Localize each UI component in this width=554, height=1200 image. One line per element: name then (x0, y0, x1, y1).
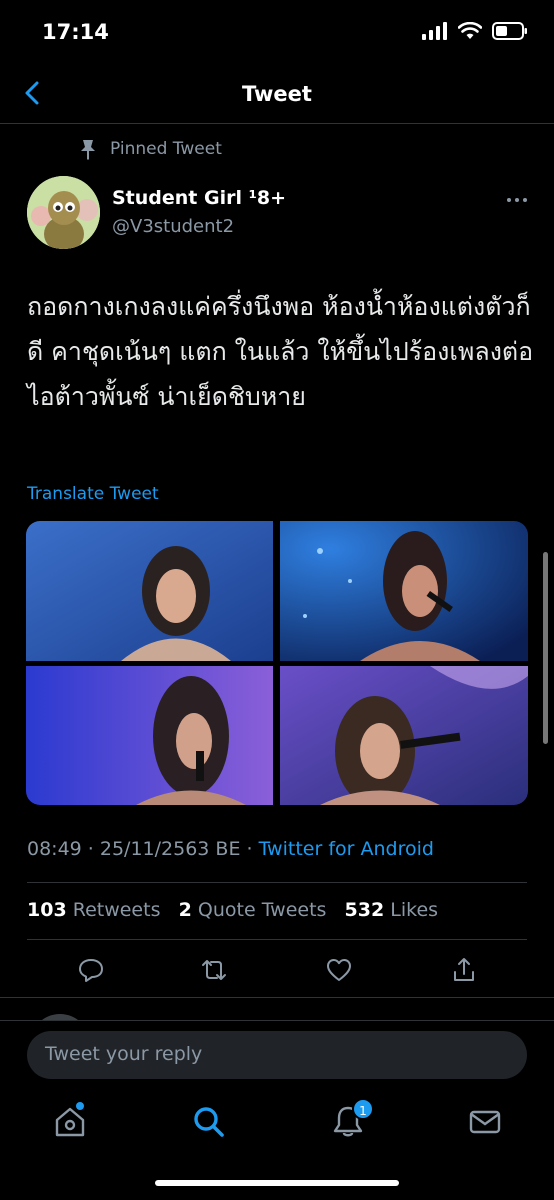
translate-link[interactable]: Translate Tweet (27, 484, 159, 504)
media-photo-1[interactable] (26, 521, 273, 661)
more-horizontal-icon[interactable] (506, 190, 528, 210)
scrollbar[interactable] (543, 552, 548, 744)
avatar[interactable] (27, 176, 100, 249)
divider (0, 997, 554, 998)
divider (27, 939, 527, 940)
reply-input[interactable]: Tweet your reply (27, 1031, 527, 1079)
notifications-badge: 1 (352, 1098, 374, 1120)
tweet-text: ถอดกางเกงลงแค่ครึ่งนึงพอ ห้องน้ำห้องแต่ง… (27, 292, 534, 411)
status-bar: 17:14 (0, 0, 554, 64)
tweet-stats: 103 Retweets 2 Quote Tweets 532 Likes (27, 899, 438, 921)
nav-header: Tweet (0, 64, 554, 124)
user-name[interactable]: Student Girl ¹8+ (112, 187, 286, 209)
mail-icon[interactable] (467, 1104, 503, 1140)
pin-icon (81, 140, 95, 160)
tweet-source-link[interactable]: Twitter for Android (259, 838, 434, 860)
user-handle[interactable]: @V3student2 (112, 216, 234, 237)
likes-stat[interactable]: 532 Likes (345, 899, 439, 921)
media-photo-3[interactable] (26, 666, 273, 805)
share-icon[interactable] (450, 956, 478, 984)
status-time: 17:14 (42, 20, 109, 44)
home-indicator[interactable] (155, 1180, 399, 1186)
home-icon[interactable] (52, 1104, 88, 1140)
pinned-label: Pinned Tweet (78, 138, 222, 160)
avatar-image (27, 176, 100, 249)
search-icon[interactable] (191, 1104, 227, 1140)
battery-icon (492, 22, 527, 40)
tweet-actions (0, 950, 554, 994)
heart-icon[interactable] (325, 956, 353, 984)
media-photo-4[interactable] (280, 666, 528, 805)
tweet-timestamp: 08:49 · 25/11/2563 BE · (27, 838, 259, 860)
home-unread-dot (76, 1102, 84, 1110)
pinned-text: Pinned Tweet (110, 139, 222, 159)
retweet-icon[interactable] (200, 956, 228, 984)
status-icons (422, 22, 528, 40)
divider (27, 882, 527, 883)
quote-tweets-stat[interactable]: 2 Quote Tweets (179, 899, 327, 921)
media-grid (26, 521, 528, 805)
page-title: Tweet (242, 82, 312, 106)
reply-icon[interactable] (77, 956, 105, 984)
tweet-meta: 08:49 · 25/11/2563 BE · Twitter for Andr… (27, 838, 434, 860)
wifi-icon (458, 22, 482, 39)
signal-icon (422, 22, 447, 40)
bottom-tab-bar: 1 (0, 1090, 554, 1160)
retweets-stat[interactable]: 103 Retweets (27, 899, 160, 921)
media-photo-2[interactable] (280, 521, 528, 661)
